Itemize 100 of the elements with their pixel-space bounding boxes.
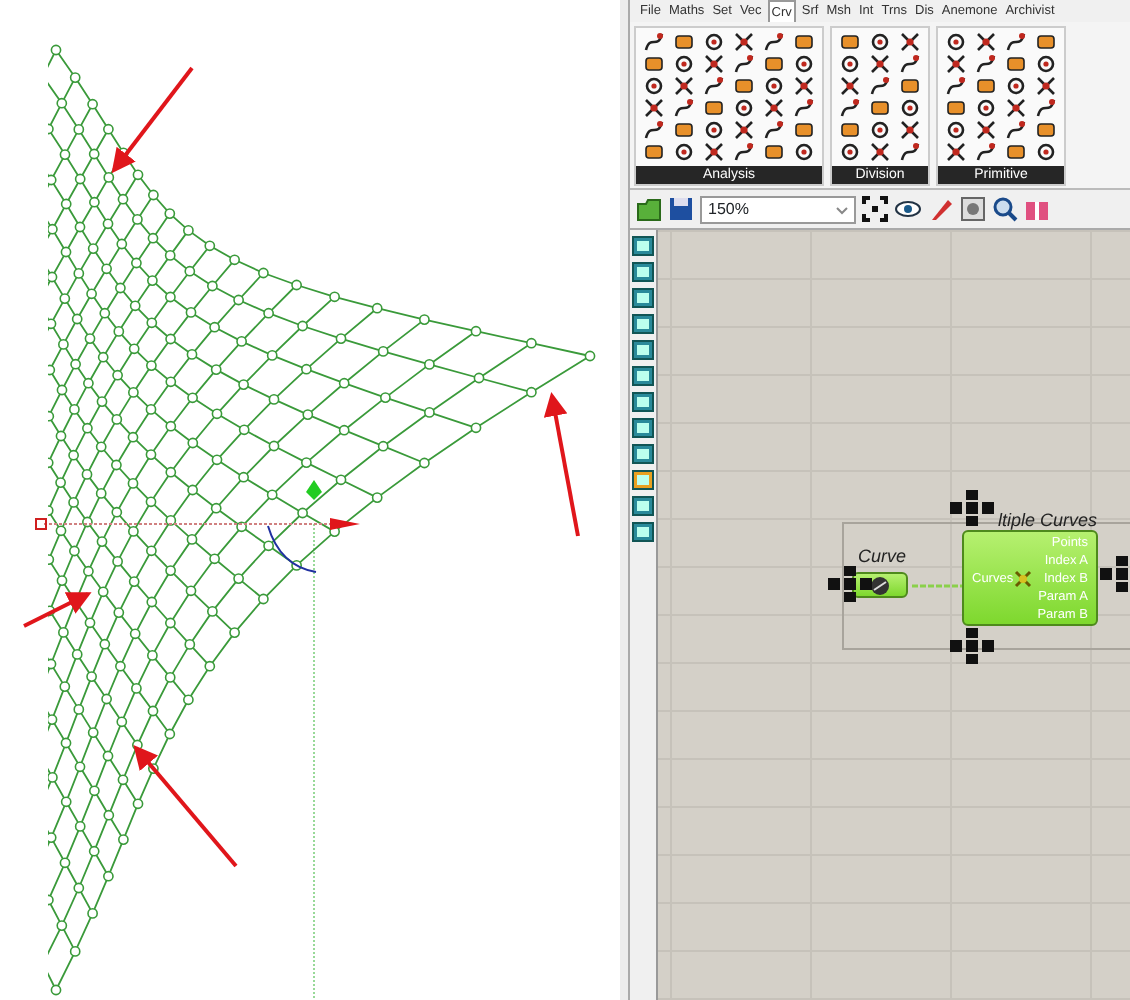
cross-icon[interactable] — [704, 142, 724, 162]
curve-icon[interactable] — [644, 120, 664, 140]
circle-icon[interactable] — [1036, 54, 1056, 74]
zoom-dropdown[interactable]: 150% — [700, 195, 856, 223]
box-icon[interactable] — [1036, 32, 1056, 52]
curve-icon[interactable] — [794, 98, 814, 118]
box-icon[interactable] — [704, 98, 724, 118]
box-icon[interactable] — [900, 76, 920, 96]
box-icon[interactable] — [946, 98, 966, 118]
circle-icon[interactable] — [704, 32, 724, 52]
box-icon[interactable] — [976, 76, 996, 96]
cross-icon[interactable] — [674, 76, 694, 96]
box-icon[interactable] — [734, 76, 754, 96]
cross-icon[interactable] — [900, 32, 920, 52]
circle-icon[interactable] — [840, 142, 860, 162]
circle-icon[interactable] — [976, 98, 996, 118]
curve-icon[interactable] — [764, 32, 784, 52]
box-icon[interactable] — [764, 54, 784, 74]
circle-icon[interactable] — [1036, 142, 1056, 162]
box-icon[interactable] — [840, 120, 860, 140]
box-icon[interactable] — [794, 120, 814, 140]
circle-icon[interactable] — [794, 54, 814, 74]
curve-icon[interactable] — [840, 98, 860, 118]
curve-icon[interactable] — [900, 54, 920, 74]
zoom-widget-icon[interactable] — [828, 566, 872, 602]
box-icon[interactable] — [644, 142, 664, 162]
panel-icon[interactable] — [632, 340, 654, 360]
box-icon[interactable] — [1006, 142, 1026, 162]
panel-icon[interactable] — [632, 288, 654, 308]
panel-icon[interactable] — [632, 392, 654, 412]
curve-icon[interactable] — [870, 76, 890, 96]
cross-icon[interactable] — [764, 98, 784, 118]
zoom-widget-icon[interactable] — [950, 490, 994, 526]
cross-icon[interactable] — [1006, 98, 1026, 118]
search-icon[interactable] — [992, 196, 1018, 222]
box-icon[interactable] — [1006, 54, 1026, 74]
box-icon[interactable] — [644, 54, 664, 74]
cross-icon[interactable] — [1036, 76, 1056, 96]
box-icon[interactable] — [764, 142, 784, 162]
circle-icon[interactable] — [704, 120, 724, 140]
curve-icon[interactable] — [734, 54, 754, 74]
circle-icon[interactable] — [870, 120, 890, 140]
circle-icon[interactable] — [840, 54, 860, 74]
circle-icon[interactable] — [900, 98, 920, 118]
panel-icon[interactable] — [632, 470, 654, 490]
curve-icon[interactable] — [976, 54, 996, 74]
panel-icon[interactable] — [632, 262, 654, 282]
curve-icon[interactable] — [946, 76, 966, 96]
box-icon[interactable] — [674, 120, 694, 140]
circle-icon[interactable] — [674, 54, 694, 74]
panel-icon[interactable] — [632, 522, 654, 542]
circle-icon[interactable] — [794, 142, 814, 162]
cross-icon[interactable] — [870, 142, 890, 162]
cross-icon[interactable] — [734, 32, 754, 52]
box-icon[interactable] — [674, 32, 694, 52]
cross-icon[interactable] — [840, 76, 860, 96]
panel-icon[interactable] — [632, 366, 654, 386]
curve-icon[interactable] — [644, 32, 664, 52]
curve-icon[interactable] — [764, 120, 784, 140]
cross-icon[interactable] — [644, 98, 664, 118]
circle-icon[interactable] — [1006, 76, 1026, 96]
curve-icon[interactable] — [704, 76, 724, 96]
circle-icon[interactable] — [946, 32, 966, 52]
save-icon[interactable] — [668, 196, 694, 222]
cross-icon[interactable] — [734, 120, 754, 140]
box-icon[interactable] — [794, 32, 814, 52]
cross-icon[interactable] — [946, 54, 966, 74]
zoom-extents-icon[interactable] — [862, 196, 888, 222]
cross-icon[interactable] — [870, 54, 890, 74]
circle-icon[interactable] — [870, 32, 890, 52]
eye-icon[interactable] — [894, 196, 922, 222]
box-icon[interactable] — [1036, 120, 1056, 140]
circle-icon[interactable] — [764, 76, 784, 96]
circle-icon[interactable] — [674, 142, 694, 162]
cross-icon[interactable] — [704, 54, 724, 74]
cross-icon[interactable] — [976, 32, 996, 52]
circle-icon[interactable] — [734, 98, 754, 118]
curve-icon[interactable] — [1006, 32, 1026, 52]
circle-icon[interactable] — [644, 76, 664, 96]
zoom-widget-icon[interactable] — [950, 628, 994, 664]
curve-icon[interactable] — [734, 142, 754, 162]
panel-icon[interactable] — [632, 314, 654, 334]
cross-icon[interactable] — [794, 76, 814, 96]
cross-icon[interactable] — [900, 120, 920, 140]
panel-icon[interactable] — [632, 236, 654, 256]
panel-icon[interactable] — [632, 496, 654, 516]
cross-icon[interactable] — [946, 142, 966, 162]
curve-icon[interactable] — [674, 98, 694, 118]
curve-icon[interactable] — [976, 142, 996, 162]
pen-icon[interactable] — [928, 196, 954, 222]
box-icon[interactable] — [840, 32, 860, 52]
folder-icon[interactable] — [636, 196, 662, 222]
circle-icon[interactable] — [946, 120, 966, 140]
curve-icon[interactable] — [900, 142, 920, 162]
panel-icon[interactable] — [632, 444, 654, 464]
box-icon[interactable] — [870, 98, 890, 118]
curve-icon[interactable] — [1036, 98, 1056, 118]
panel-icon[interactable] — [632, 418, 654, 438]
cross-icon[interactable] — [976, 120, 996, 140]
curve-icon[interactable] — [1006, 120, 1026, 140]
